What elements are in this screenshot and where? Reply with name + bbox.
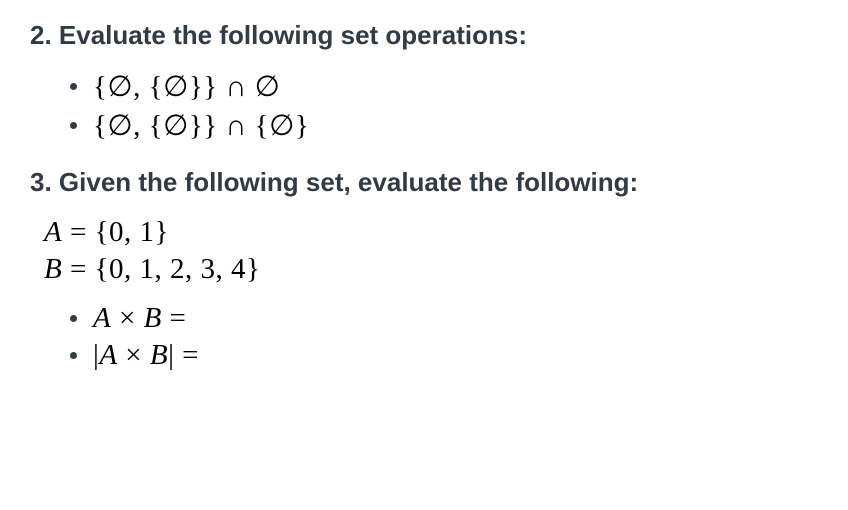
question-2-heading: 2. Evaluate the following set operations… [30, 20, 818, 51]
bullet-icon [70, 122, 77, 129]
question-3-heading: 3. Given the following set, evaluate the… [30, 167, 818, 198]
set-a-definition: A = {0, 1} [44, 216, 818, 249]
bullet-icon [70, 83, 77, 90]
bullet-icon [70, 352, 77, 359]
set-b-definition: B = {0, 1, 2, 3, 4} [44, 253, 818, 286]
set-definitions: A = {0, 1} B = {0, 1, 2, 3, 4} [30, 216, 818, 286]
list-item: {∅, {∅}} ∩ {∅} [70, 108, 818, 143]
math-expression: {∅, {∅}} ∩ ∅ [93, 69, 280, 104]
question-2-list: {∅, {∅}} ∩ ∅ {∅, {∅}} ∩ {∅} [70, 69, 818, 143]
list-item: |A × B| = [70, 339, 818, 372]
math-expression: |A × B| = [93, 339, 199, 372]
question-3-list: A × B = |A × B| = [70, 302, 818, 372]
list-item: {∅, {∅}} ∩ ∅ [70, 69, 818, 104]
list-item: A × B = [70, 302, 818, 335]
math-expression: {∅, {∅}} ∩ {∅} [93, 108, 309, 143]
bullet-icon [70, 315, 77, 322]
math-expression: A × B = [93, 302, 186, 335]
